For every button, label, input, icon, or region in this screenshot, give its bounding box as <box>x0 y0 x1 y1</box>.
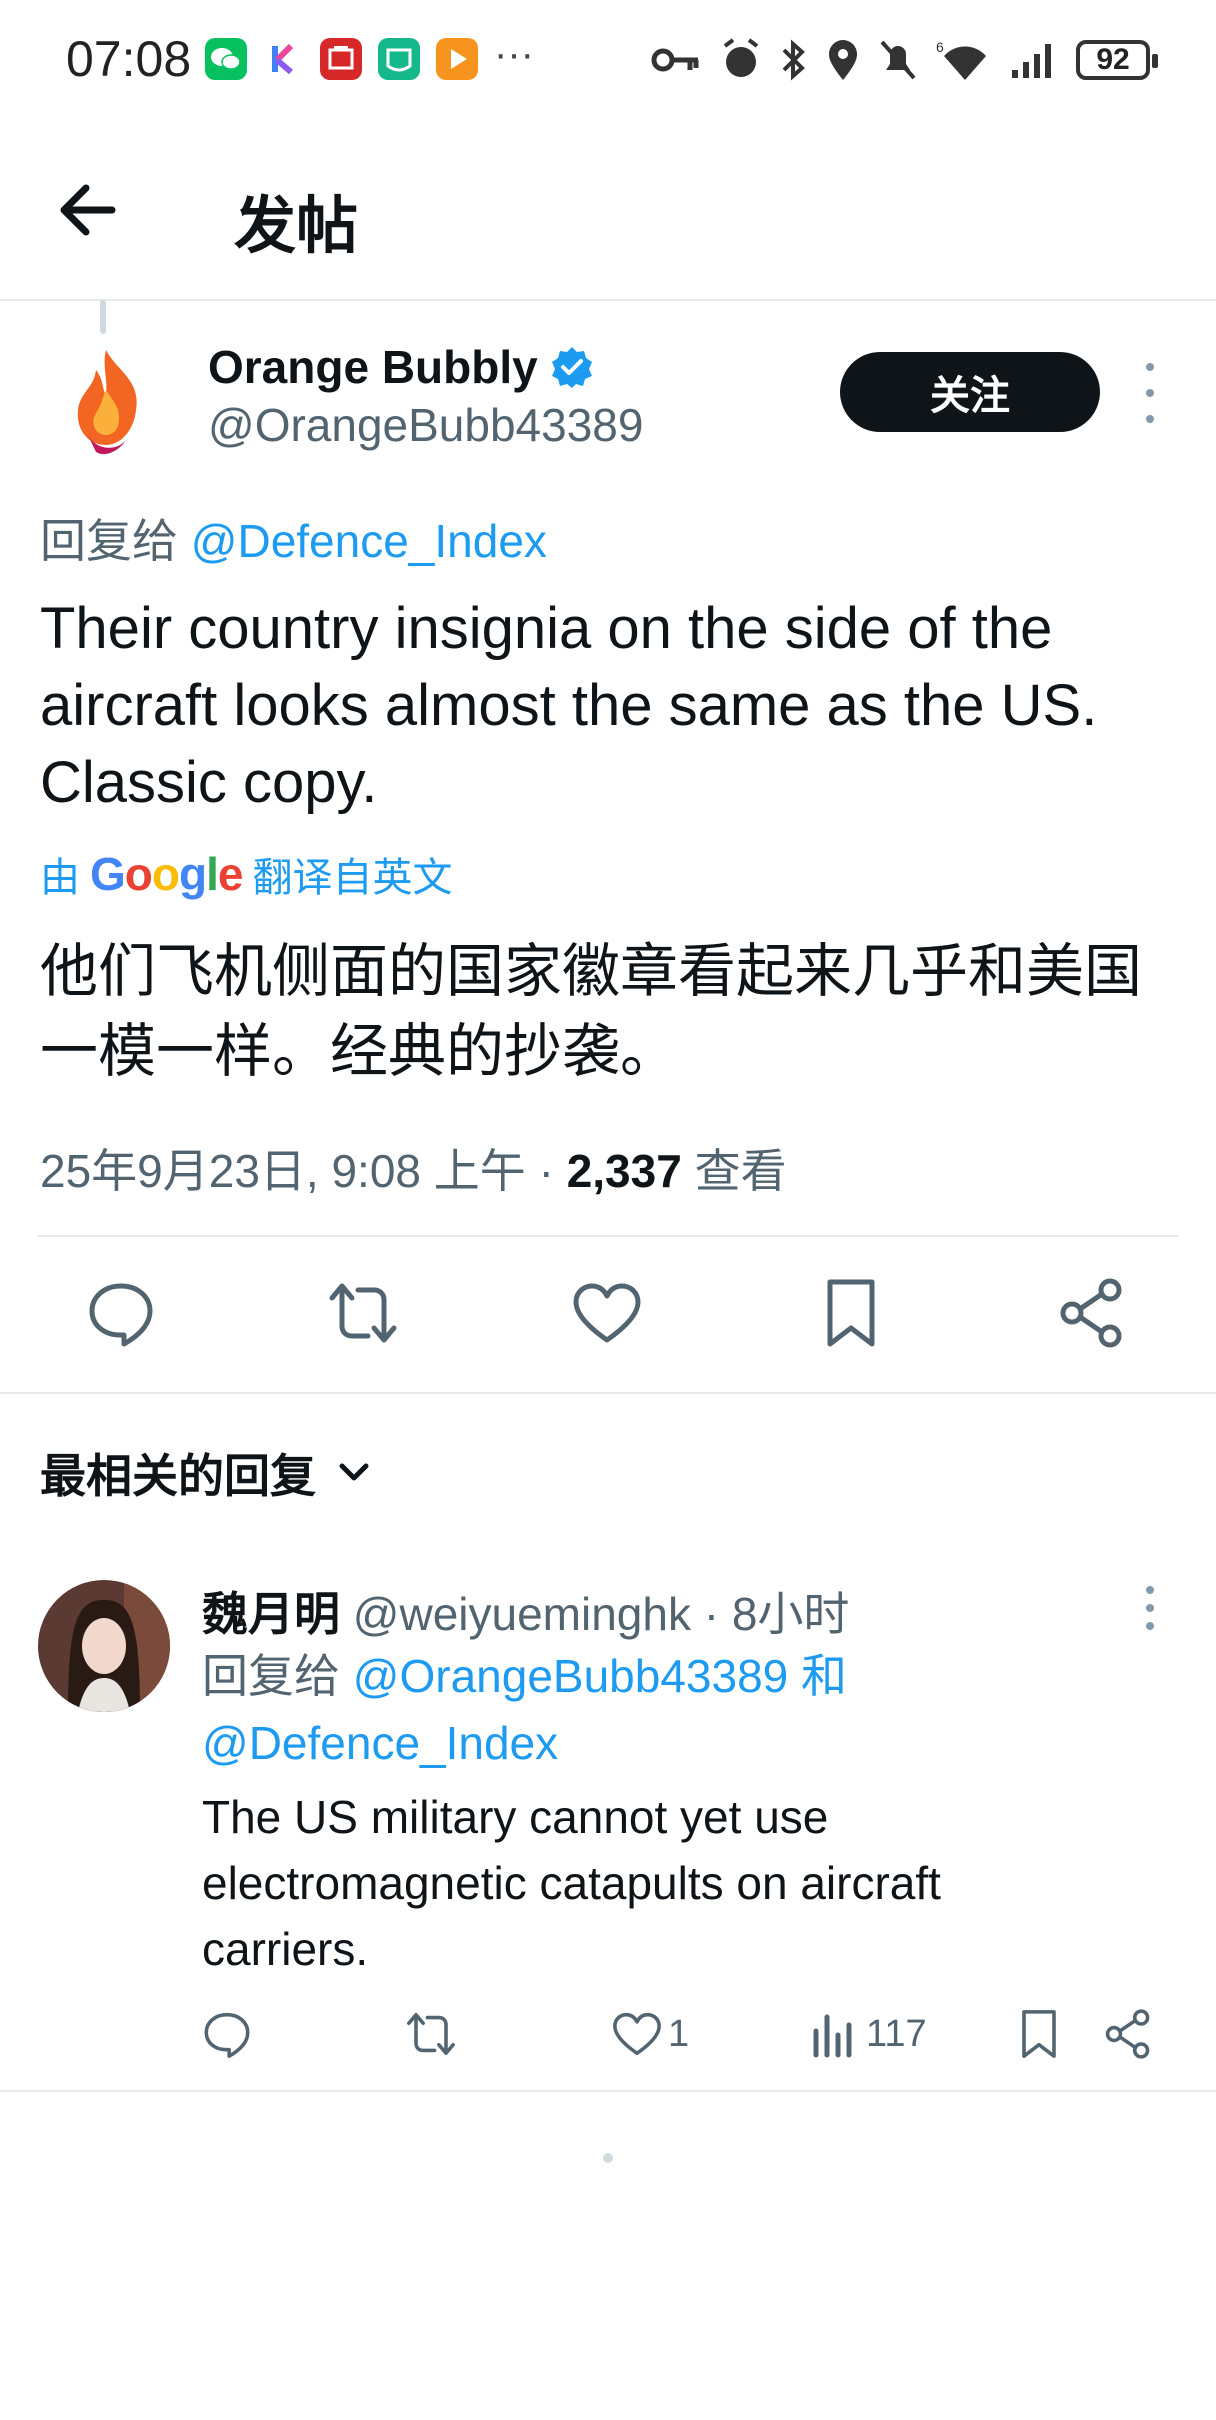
reply-button[interactable] <box>86 1278 156 1348</box>
bookmark-icon <box>827 1279 875 1347</box>
flame-avatar-icon <box>77 350 137 455</box>
reply-context: 回复给 @Defence_Index <box>40 505 547 571</box>
more-options-button[interactable] <box>1140 363 1160 423</box>
views-icon <box>813 2014 852 2058</box>
reply-bookmark-button[interactable] <box>1014 2006 1064 2062</box>
loading-indicator <box>603 2153 613 2163</box>
video-app-icon <box>436 38 478 80</box>
bookmark-icon <box>1022 2010 1056 2058</box>
author-handle[interactable]: @OrangeBubb43389 <box>208 398 643 452</box>
retweet-button[interactable] <box>328 1278 398 1348</box>
more-vertical-icon <box>1146 363 1154 371</box>
meta-separator: · <box>538 1145 554 1197</box>
thread-line <box>100 300 106 334</box>
back-arrow-icon <box>60 184 116 236</box>
translated-prefix: 由 <box>40 856 80 900</box>
reply-separator: · <box>703 1588 720 1640</box>
news-app-icon <box>320 38 362 80</box>
reply-view-count: 117 <box>866 2012 927 2055</box>
reply-like-button[interactable]: 1 <box>612 2006 689 2062</box>
reply-sort-dropdown[interactable]: 最相关的回复 <box>40 1440 374 1506</box>
reply-reply-button[interactable] <box>202 2006 252 2062</box>
network-type-label: 6 <box>936 39 944 55</box>
more-notifications: ··· <box>494 32 534 76</box>
reply-text: The US military cannot yet use electroma… <box>202 1791 941 1975</box>
app-k-icon <box>263 38 305 80</box>
reply-age[interactable]: 8小时 <box>732 1588 850 1640</box>
signal-icon <box>1012 44 1051 78</box>
retweet-icon <box>329 1283 397 1343</box>
page-title: 发帖 <box>234 192 359 261</box>
header-divider <box>0 299 1216 301</box>
mute-icon <box>880 40 916 80</box>
share-button[interactable] <box>1058 1278 1128 1348</box>
back-button[interactable] <box>52 170 132 250</box>
like-icon <box>573 1283 641 1343</box>
follow-button[interactable]: 关注 <box>840 352 1100 432</box>
bluetooth-icon <box>782 39 805 81</box>
translated-text: 他们飞机侧面的国家徽章看起来几乎和美国一模一样。经典的抄袭。 <box>40 939 1143 1084</box>
reply-icon <box>204 2012 250 2058</box>
reply-views-button[interactable]: 117 <box>810 2006 927 2062</box>
reply-author-name[interactable]: 魏月明 <box>202 1588 340 1640</box>
verified-badge-icon <box>551 347 592 388</box>
reply-author-handle[interactable]: @weiyueminghk <box>353 1588 691 1640</box>
reply-prefix: 回复给 <box>202 1650 340 1702</box>
reply-target-link[interactable]: @Defence_Index <box>191 515 547 567</box>
sort-label: 最相关的回复 <box>40 1450 316 1502</box>
google-logo: Google <box>90 848 243 900</box>
reply-like-count: 1 <box>668 2012 690 2055</box>
reply-icon <box>89 1283 153 1347</box>
avatar[interactable] <box>56 340 156 460</box>
reply-header: 魏月明 @weiyueminghk · 8小时 <box>202 1578 849 1644</box>
status-icons: 6 92 <box>650 30 1158 90</box>
like-button[interactable] <box>572 1278 642 1348</box>
translation-attribution[interactable]: 由 Google 翻译自英文 <box>40 845 452 903</box>
share-icon <box>1105 2009 1150 2059</box>
battery-level: 92 <box>1096 43 1130 76</box>
chevron-down-icon <box>339 1463 369 1481</box>
author-name-row[interactable]: Orange Bubbly <box>208 340 594 394</box>
status-bar: 07:08 ··· 6 92 <box>0 0 1216 120</box>
tweet-text: Their country insignia on the side of th… <box>40 596 1098 815</box>
wifi-icon: 6 <box>936 39 986 80</box>
reply-divider <box>0 2090 1216 2092</box>
reply-share-button[interactable] <box>1104 2006 1154 2062</box>
tweet-meta: 25年9月23日, 9:08 上午 · 2,337 查看 <box>40 1135 787 1201</box>
author-name[interactable]: Orange Bubbly <box>208 340 538 394</box>
bookmark-button[interactable] <box>816 1278 886 1348</box>
more-vertical-icon <box>1146 1586 1154 1594</box>
reply-avatar[interactable] <box>38 1580 170 1712</box>
alarm-icon <box>723 38 759 77</box>
reply-prefix: 回复给 <box>40 515 178 567</box>
location-icon <box>829 40 857 80</box>
actions-divider <box>0 1392 1216 1394</box>
reply-more-options-button[interactable] <box>1140 1586 1160 1630</box>
reply-conjunction: 和 <box>801 1650 848 1702</box>
tweet-timestamp[interactable]: 25年9月23日, 9:08 上午 <box>40 1145 526 1197</box>
user-photo-avatar <box>38 1580 170 1712</box>
battery-indicator: 92 <box>1076 40 1158 80</box>
view-count: 2,337 <box>566 1145 682 1197</box>
translated-suffix: 翻译自英文 <box>252 856 453 900</box>
reply-target-link-1[interactable]: @OrangeBubb43389 <box>353 1650 788 1702</box>
share-icon <box>1060 1278 1122 1348</box>
reply-retweet-button[interactable] <box>406 2006 456 2062</box>
reply-context: 回复给 @OrangeBubb43389 和 @Defence_Index <box>202 1643 1022 1777</box>
retweet-icon <box>407 2012 455 2056</box>
key-icon <box>651 48 699 72</box>
like-icon <box>613 2012 661 2056</box>
reply-target-link-2[interactable]: @Defence_Index <box>202 1717 558 1769</box>
mi-home-icon <box>378 38 420 80</box>
meta-divider <box>38 1235 1178 1237</box>
status-time: 07:08 <box>66 31 192 87</box>
wechat-icon <box>205 38 247 80</box>
view-label: 查看 <box>694 1145 787 1197</box>
